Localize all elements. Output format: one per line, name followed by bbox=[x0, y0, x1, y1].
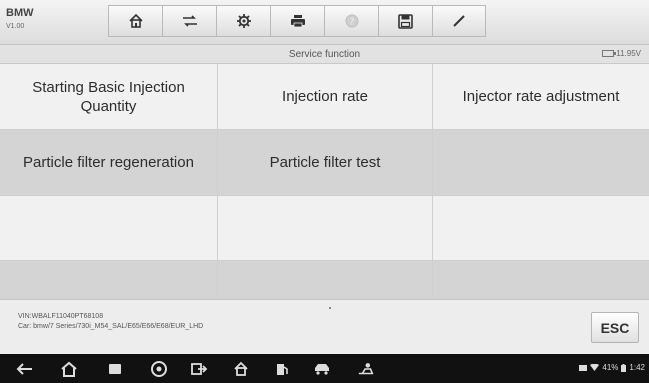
data-logging-icon bbox=[453, 15, 465, 27]
save-button[interactable] bbox=[378, 5, 432, 37]
app-name: BMW bbox=[6, 7, 34, 19]
recent-apps-icon[interactable] bbox=[106, 360, 124, 378]
print-icon bbox=[290, 15, 305, 28]
vehicle-icon[interactable] bbox=[313, 360, 331, 378]
vehicle-swap-button[interactable] bbox=[162, 5, 216, 37]
top-toolbar: BMW V1.00 ? bbox=[0, 0, 649, 45]
wifi-icon bbox=[590, 364, 600, 371]
voltage-value: 11.95V bbox=[616, 49, 641, 58]
voltage-indicator: 11.95V bbox=[602, 49, 641, 58]
app-version: V1.00 bbox=[6, 23, 25, 30]
svg-text:?: ? bbox=[349, 18, 354, 28]
chrome-icon[interactable] bbox=[150, 360, 168, 378]
fuel-vci-icon[interactable] bbox=[273, 360, 291, 378]
mechanic-icon[interactable] bbox=[357, 360, 375, 378]
app-title: BMW V1.00 bbox=[6, 8, 34, 32]
function-item-empty bbox=[0, 261, 218, 299]
function-item[interactable]: Injector rate adjustment bbox=[433, 64, 649, 130]
function-item-empty bbox=[433, 261, 649, 299]
maxisys-home-icon[interactable] bbox=[232, 360, 250, 378]
page-title: Service function bbox=[288, 49, 361, 60]
back-icon[interactable] bbox=[16, 360, 34, 378]
function-item[interactable]: Injection rate bbox=[218, 64, 433, 130]
home-nav-icon[interactable] bbox=[60, 360, 78, 378]
esc-button[interactable]: ESC bbox=[591, 312, 639, 343]
function-item-empty bbox=[218, 196, 433, 261]
battery-icon bbox=[602, 50, 617, 57]
data-logging-button[interactable] bbox=[432, 5, 486, 37]
function-item[interactable]: Starting Basic Injection Quantity bbox=[0, 64, 218, 130]
home-button[interactable] bbox=[108, 5, 162, 37]
function-item-empty bbox=[0, 196, 218, 261]
save-icon bbox=[398, 13, 413, 29]
system-nav-bar: 41% 1:42 bbox=[0, 354, 649, 383]
home-icon bbox=[128, 13, 143, 28]
service-function-grid: Starting Basic Injection Quantity Inject… bbox=[0, 64, 649, 299]
battery-status-icon bbox=[621, 363, 627, 372]
vehicle-info-footer: VIN:WBALF11040PT68108 Car: bmw/7 Series/… bbox=[0, 299, 649, 355]
battery-percent: 41% bbox=[602, 363, 619, 372]
settings-button[interactable] bbox=[216, 5, 270, 37]
help-icon: ? bbox=[345, 14, 358, 28]
status-area: 41% 1:42 bbox=[579, 363, 645, 372]
toolbar-buttons: ? bbox=[108, 5, 486, 37]
notification-icon bbox=[579, 364, 588, 371]
remote-connect-icon[interactable] bbox=[190, 360, 208, 378]
page-indicator-dot bbox=[329, 307, 331, 309]
function-item-empty bbox=[218, 261, 433, 299]
vehicle-swap-icon bbox=[182, 15, 197, 27]
function-item-empty bbox=[433, 130, 649, 196]
vehicle-path-text: Car: bmw/7 Series/730i_M54_SAL/E65/E66/E… bbox=[18, 323, 204, 330]
function-item[interactable]: Particle filter test bbox=[218, 130, 433, 196]
vin-text: VIN:WBALF11040PT68108 bbox=[18, 313, 104, 320]
print-button[interactable] bbox=[270, 5, 324, 37]
section-header: Service function 11.95V bbox=[0, 45, 649, 64]
function-item[interactable]: Particle filter regeneration bbox=[0, 130, 218, 196]
function-item-empty bbox=[433, 196, 649, 261]
help-button[interactable]: ? bbox=[324, 5, 378, 37]
clock: 1:42 bbox=[629, 363, 645, 372]
settings-gear-icon bbox=[236, 14, 251, 28]
